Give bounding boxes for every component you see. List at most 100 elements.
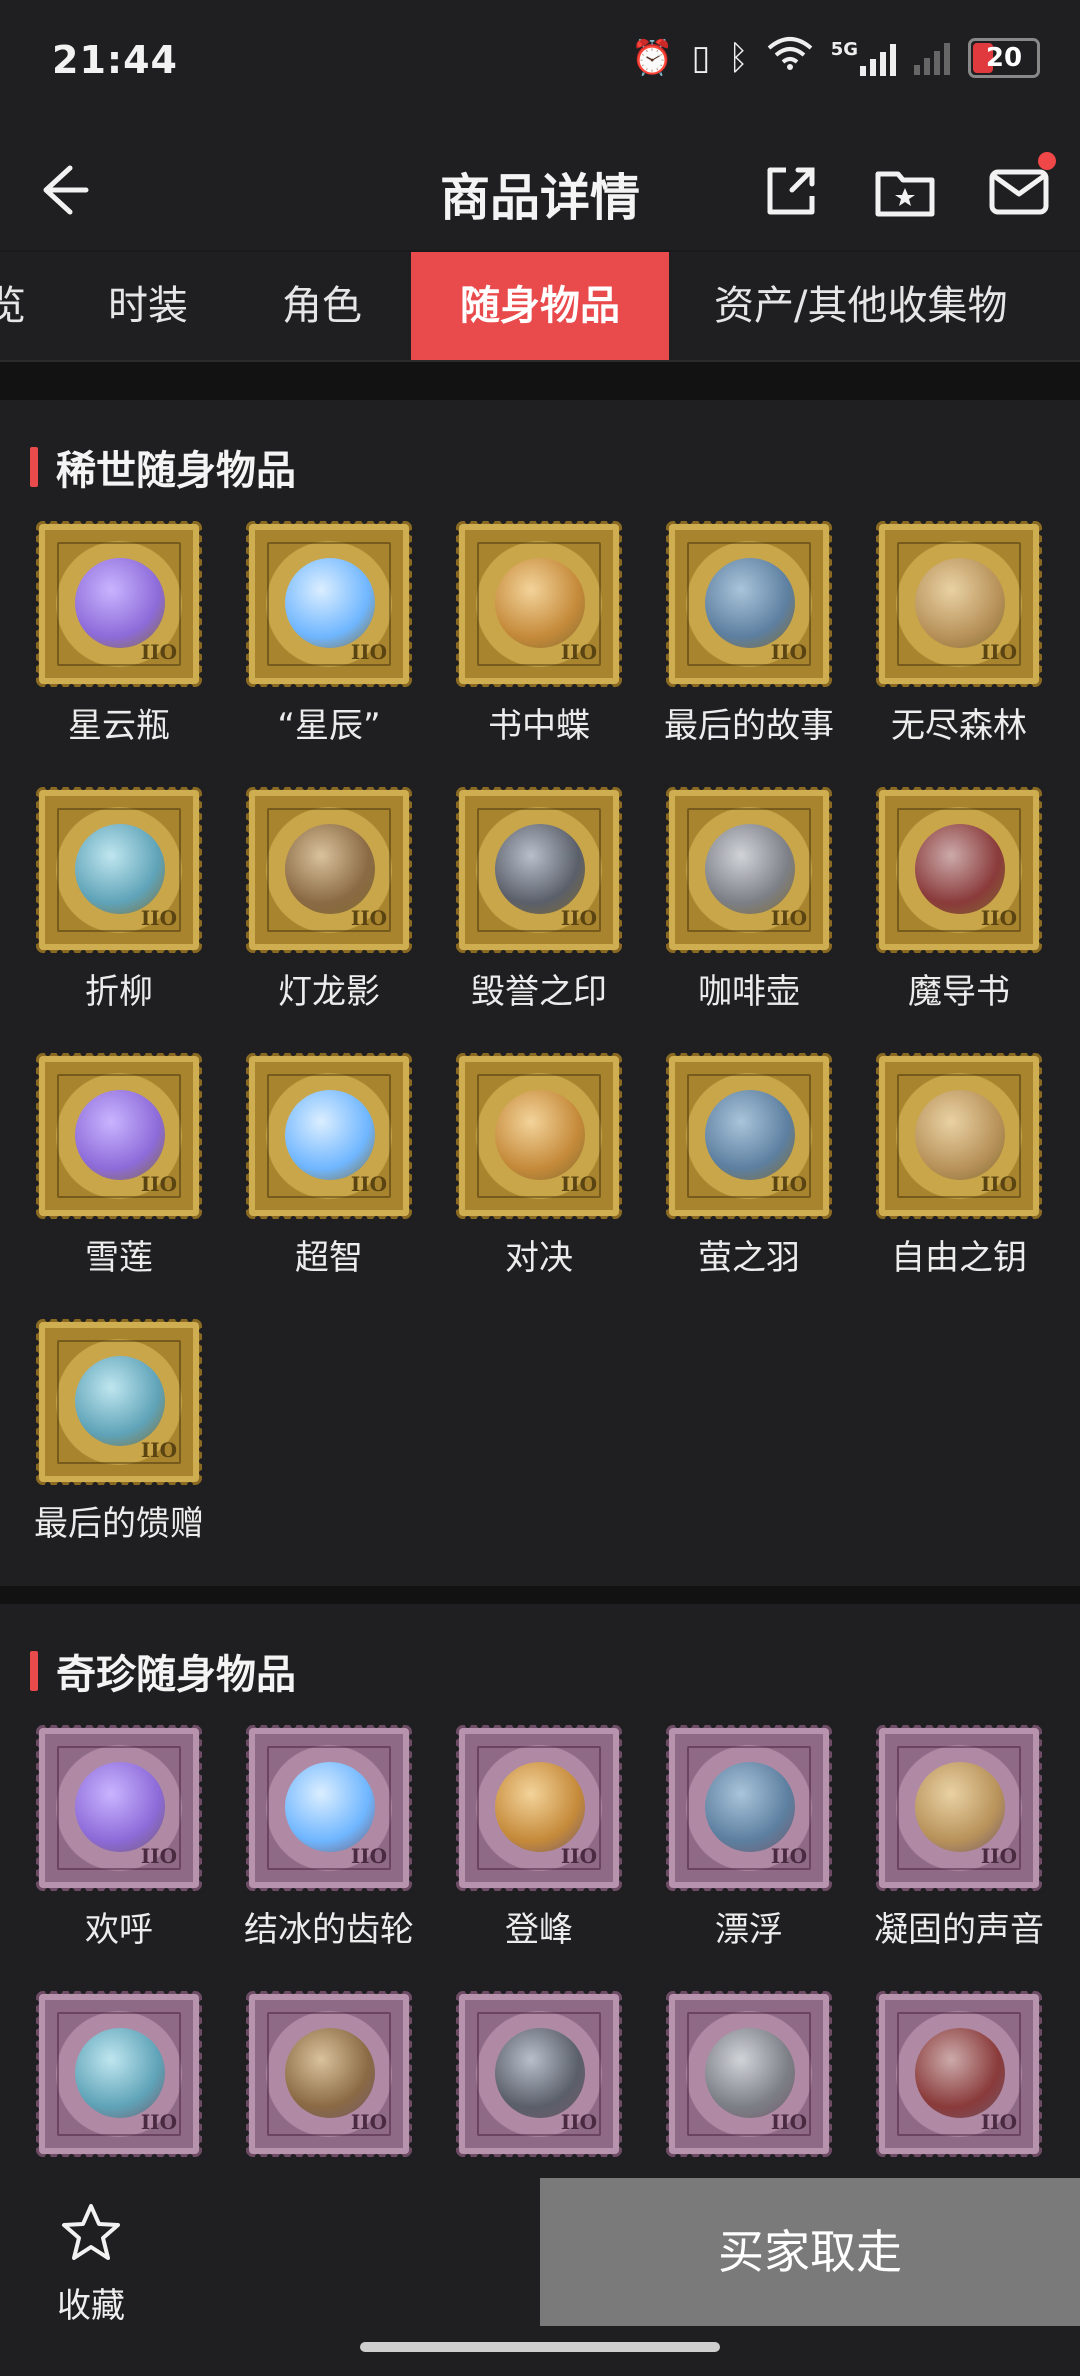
item-card[interactable]: IIO 最后的馈赠	[14, 1316, 224, 1545]
item-card[interactable]: IIO 毁誉之印	[434, 784, 644, 1013]
stamp-mark: IIO	[980, 2110, 1017, 2134]
item-name: 最后的故事	[664, 706, 834, 746]
item-card[interactable]: IIO 漂浮	[644, 1722, 854, 1951]
stamp-mark: IIO	[140, 906, 177, 930]
item-card[interactable]: IIO 萤之羽	[644, 1050, 854, 1279]
stamp-mark: IIO	[980, 906, 1017, 930]
item-stamp-image: IIO	[663, 1988, 835, 2160]
item-name: 超智	[295, 1238, 363, 1278]
item-stamp-image: IIO	[663, 784, 835, 956]
favorites-folder-button[interactable]	[870, 156, 940, 226]
stamp-mark: IIO	[980, 1172, 1017, 1196]
stamp-mark: IIO	[770, 1172, 807, 1196]
item-stamp-image: IIO	[243, 1722, 415, 1894]
item-stamp-image: IIO	[873, 784, 1045, 956]
item-name: 灯龙影	[278, 972, 380, 1012]
item-name: 魔导书	[908, 972, 1010, 1012]
item-card[interactable]: IIO 凝固的声音	[854, 1722, 1064, 1951]
status-time: 21:44	[52, 38, 178, 82]
favorite-label: 收藏	[57, 2286, 125, 2326]
item-name: 折柳	[85, 972, 153, 1012]
folder-star-icon	[875, 171, 935, 217]
item-stamp-image: IIO	[243, 1050, 415, 1222]
item-card[interactable]: IIO 最后的故事	[644, 518, 854, 747]
item-card[interactable]: IIO 灯龙影	[224, 784, 434, 1013]
stamp-mark: IIO	[560, 640, 597, 664]
item-card[interactable]: IIO 对决	[434, 1050, 644, 1279]
item-stamp-image: IIO	[873, 518, 1045, 690]
stamp-mark: IIO	[770, 1844, 807, 1868]
section-title: 奇珍随身物品	[56, 1652, 296, 1698]
tab-characters[interactable]: 角色	[282, 252, 362, 360]
favorite-button[interactable]: 收藏	[36, 2200, 146, 2327]
item-card[interactable]: IIO	[644, 1988, 854, 2168]
item-card[interactable]: IIO	[14, 1988, 224, 2168]
item-name: 漂浮	[715, 1910, 783, 1950]
battery-level: 20	[985, 42, 1023, 73]
buyer-takes-button[interactable]: 买家取走	[540, 2178, 1080, 2326]
item-card[interactable]: IIO 咖啡壶	[644, 784, 854, 1013]
stamp-mark: IIO	[560, 1172, 597, 1196]
stamp-mark: IIO	[980, 640, 1017, 664]
item-name: 登峰	[505, 1910, 573, 1950]
item-name: 萤之羽	[698, 1238, 800, 1278]
stamp-mark: IIO	[140, 2110, 177, 2134]
notification-dot	[1038, 152, 1056, 170]
item-name: 对决	[505, 1238, 573, 1278]
signal-5g-icon: 5G	[831, 39, 896, 76]
item-card[interactable]: IIO 雪莲	[14, 1050, 224, 1279]
item-card[interactable]: IIO 自由之钥	[854, 1050, 1064, 1279]
item-stamp-image: IIO	[453, 1722, 625, 1894]
item-card[interactable]: IIO 星云瓶	[14, 518, 224, 747]
item-name: 结冰的齿轮	[244, 1910, 414, 1950]
status-bar: 21:44 ⏰ ▯ ᛒ 5G 20	[0, 0, 1080, 130]
tab-overview[interactable]: 览	[0, 252, 26, 360]
item-name: 凝固的声音	[874, 1910, 1044, 1950]
item-card[interactable]: IIO 超智	[224, 1050, 434, 1279]
stamp-mark: IIO	[560, 906, 597, 930]
item-card[interactable]: IIO 欢呼	[14, 1722, 224, 1951]
item-stamp-image: IIO	[663, 1722, 835, 1894]
stamp-mark: IIO	[350, 640, 387, 664]
tab-accessories[interactable]: 随身物品	[411, 252, 669, 360]
item-card[interactable]: IIO “星辰”	[224, 518, 434, 747]
stamp-mark: IIO	[770, 640, 807, 664]
tab-assets-other[interactable]: 资产/其他收集物	[714, 252, 1007, 360]
messages-button[interactable]	[984, 152, 1056, 226]
rare-accessories-section: 稀世随身物品 IIO 星云瓶 IIO “星辰” IIO 书中蝶 IIO 最后的故事 IIO 无尽森…	[0, 400, 1080, 1586]
home-indicator[interactable]	[360, 2342, 720, 2352]
item-card[interactable]: IIO 无尽森林	[854, 518, 1064, 747]
item-card[interactable]: IIO 结冰的齿轮	[224, 1722, 434, 1951]
item-card[interactable]: IIO	[854, 1988, 1064, 2168]
stamp-mark: IIO	[350, 1172, 387, 1196]
item-stamp-image: IIO	[33, 1316, 205, 1488]
item-stamp-image: IIO	[453, 1988, 625, 2160]
item-card[interactable]: IIO	[224, 1988, 434, 2168]
item-stamp-image: IIO	[873, 1050, 1045, 1222]
item-stamp-image: IIO	[243, 784, 415, 956]
stamp-mark: IIO	[770, 906, 807, 930]
item-stamp-image: IIO	[453, 1050, 625, 1222]
item-stamp-image: IIO	[33, 1050, 205, 1222]
item-stamp-image: IIO	[453, 518, 625, 690]
wifi-icon	[767, 36, 813, 79]
stamp-mark: IIO	[350, 906, 387, 930]
item-card[interactable]: IIO 魔导书	[854, 784, 1064, 1013]
item-stamp-image: IIO	[663, 1050, 835, 1222]
treasure-accessories-section: 奇珍随身物品 IIO 欢呼 IIO 结冰的齿轮 IIO 登峰 IIO 漂浮 IIO 凝固的声音 II…	[0, 1604, 1080, 2178]
item-card[interactable]: IIO 折柳	[14, 784, 224, 1013]
share-button[interactable]	[756, 156, 826, 226]
divider	[0, 362, 1080, 400]
share-icon	[767, 167, 815, 215]
tab-costumes[interactable]: 时装	[108, 252, 188, 360]
item-card[interactable]: IIO 登峰	[434, 1722, 644, 1951]
item-name: 星云瓶	[68, 706, 170, 746]
item-name: 欢呼	[85, 1910, 153, 1950]
stamp-mark: IIO	[560, 2110, 597, 2134]
stamp-mark: IIO	[980, 1844, 1017, 1868]
item-stamp-image: IIO	[663, 518, 835, 690]
item-card[interactable]: IIO 书中蝶	[434, 518, 644, 747]
section-title: 稀世随身物品	[56, 448, 296, 494]
item-card[interactable]: IIO	[434, 1988, 644, 2168]
item-name: 咖啡壶	[698, 972, 800, 1012]
